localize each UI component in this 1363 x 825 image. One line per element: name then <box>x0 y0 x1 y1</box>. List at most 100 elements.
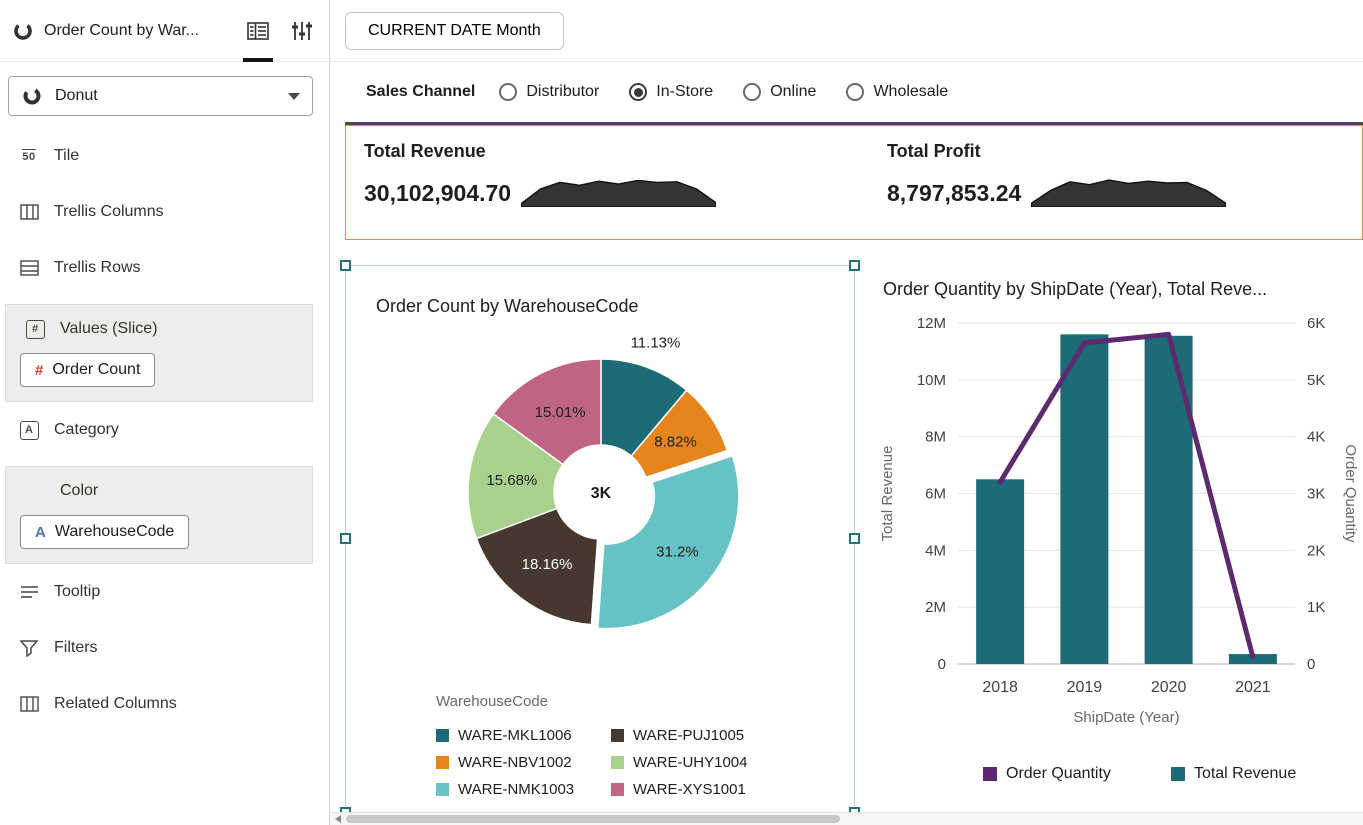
svg-text:12M: 12M <box>917 315 946 332</box>
settings-sliders-icon[interactable] <box>285 0 319 62</box>
legend-item[interactable]: WARE-PUJ1005 <box>611 722 786 749</box>
tiles-row: Total Revenue 30,102,904.70 Total Profit… <box>345 125 1363 240</box>
legend-item[interactable]: WARE-NBV1002 <box>436 749 611 776</box>
radio-icon[interactable] <box>846 83 864 101</box>
legend-item[interactable]: WARE-UHY1004 <box>611 749 786 776</box>
radio-option-online[interactable]: Online <box>743 83 816 101</box>
radio-option-in-store[interactable]: In-Store <box>629 83 713 101</box>
viz-type-value: Donut <box>55 87 98 105</box>
legend-title: WarehouseCode <box>436 693 854 710</box>
legend-swatch <box>436 729 449 742</box>
tile-value: 8,797,853.24 <box>887 180 1021 207</box>
donut-visualization[interactable]: Order Count by WarehouseCode 11.13% 8.82%… <box>345 265 855 813</box>
section-label: Color <box>60 482 98 500</box>
filter-dock: CURRENT DATE Month <box>330 0 1363 61</box>
sidebar-item-label: Category <box>54 421 119 439</box>
panel-header: Order Count by War... <box>0 0 330 61</box>
resize-handle[interactable] <box>849 533 860 544</box>
combo-visualization[interactable]: Order Quantity by ShipDate (Year), Total… <box>868 265 1363 813</box>
scroll-left-icon[interactable] <box>335 815 341 823</box>
legend-swatch <box>611 783 624 796</box>
resize-handle[interactable] <box>340 260 351 271</box>
combo-chart-title: Order Quantity by ShipDate (Year), Total… <box>883 279 1363 300</box>
radio-option-wholesale[interactable]: Wholesale <box>846 83 948 101</box>
svg-text:0: 0 <box>938 656 946 673</box>
values-slice-section[interactable]: # Values (Slice) # Order Count <box>5 304 313 402</box>
legend-swatch <box>436 756 449 769</box>
total-profit-tile[interactable]: Total Profit 8,797,853.24 <box>869 126 1362 239</box>
svg-text:0: 0 <box>1307 656 1315 673</box>
chevron-down-icon <box>288 93 300 100</box>
svg-text:ShipDate (Year): ShipDate (Year) <box>1073 709 1179 726</box>
section-label: Values (Slice) <box>60 320 158 338</box>
legend-swatch <box>983 767 997 781</box>
grammar-panel-icon[interactable] <box>241 0 275 62</box>
legend-item[interactable]: Order Quantity <box>983 765 1111 783</box>
warehousecode-chip[interactable]: A WarehouseCode <box>20 515 189 549</box>
svg-text:8.82%: 8.82% <box>654 434 697 451</box>
legend-item[interactable]: Total Revenue <box>1171 765 1296 783</box>
grammar-sidebar: Donut 50 Tile Trellis Columns Trellis Ro… <box>0 62 330 825</box>
filter-label: Sales Channel <box>366 83 475 101</box>
date-filter-chip[interactable]: CURRENT DATE Month <box>345 12 564 50</box>
order-count-chip[interactable]: # Order Count <box>20 353 155 387</box>
combo-legend: Order Quantity Total Revenue <box>983 765 1363 783</box>
donut-chart-icon <box>21 86 43 106</box>
svg-text:2020: 2020 <box>1151 679 1187 696</box>
legend-item[interactable]: WARE-MKL1006 <box>436 722 611 749</box>
app-header: Order Count by War... CURRENT DATE Month <box>0 0 1363 62</box>
sidebar-item-filters[interactable]: Filters <box>0 620 329 676</box>
svg-text:Order Quantity: Order Quantity <box>1342 444 1359 543</box>
radio-option-distributor[interactable]: Distributor <box>499 83 599 101</box>
svg-text:11.13%: 11.13% <box>631 335 681 352</box>
svg-text:10M: 10M <box>917 372 946 389</box>
color-header: Color <box>6 467 312 515</box>
svg-text:8M: 8M <box>925 429 946 446</box>
svg-text:3K: 3K <box>1307 486 1325 503</box>
legend-swatch <box>611 756 624 769</box>
legend-label: WARE-NBV1002 <box>458 754 572 771</box>
tile-icon: 50 <box>18 149 40 163</box>
measure-icon: # <box>35 362 43 379</box>
sidebar-item-trellis-columns[interactable]: Trellis Columns <box>0 184 329 240</box>
svg-text:2021: 2021 <box>1235 679 1271 696</box>
resize-handle[interactable] <box>849 260 860 271</box>
radio-icon[interactable] <box>743 83 761 101</box>
legend-label: WARE-UHY1004 <box>633 754 747 771</box>
svg-text:6K: 6K <box>1307 315 1325 332</box>
radio-icon[interactable] <box>499 83 517 101</box>
donut-chart[interactable]: 11.13%8.82%31.2%18.16%15.68%15.01%3K <box>346 325 856 645</box>
sidebar-item-label: Filters <box>54 639 98 657</box>
legend-label: WARE-MKL1006 <box>458 727 572 744</box>
svg-text:Total Revenue: Total Revenue <box>879 446 896 542</box>
donut-chart-title: Order Count by WarehouseCode <box>376 296 854 317</box>
legend-swatch <box>1171 767 1185 781</box>
sidebar-item-tile[interactable]: 50 Tile <box>0 128 329 184</box>
legend-item[interactable]: WARE-XYS1001 <box>611 776 786 803</box>
svg-text:4M: 4M <box>925 542 946 559</box>
legend-label: Order Quantity <box>1006 765 1111 783</box>
donut-viz-icon <box>12 20 34 42</box>
viz-canvas: Order Count by WarehouseCode 11.13% 8.82%… <box>345 240 1363 825</box>
tile-label: Total Revenue <box>364 141 855 162</box>
resize-handle[interactable] <box>340 533 351 544</box>
scrollbar-thumb[interactable] <box>346 815 840 823</box>
horizontal-scrollbar[interactable] <box>330 812 1363 825</box>
radio-icon[interactable] <box>629 83 647 101</box>
svg-text:15.68%: 15.68% <box>486 472 537 489</box>
viz-type-selector[interactable]: Donut <box>8 76 313 116</box>
combo-chart[interactable]: 002M1K4M2K6M3K8M4K10M5K12M6K201820192020… <box>868 306 1363 731</box>
legend-item[interactable]: WARE-NMK1003 <box>436 776 611 803</box>
svg-text:1K: 1K <box>1307 599 1325 616</box>
sidebar-item-label: Tile <box>54 147 79 165</box>
sidebar-item-label: Trellis Columns <box>54 203 164 221</box>
legend-label: WARE-XYS1001 <box>633 781 746 798</box>
svg-text:2018: 2018 <box>982 679 1018 696</box>
svg-text:18.16%: 18.16% <box>522 556 573 573</box>
total-revenue-tile[interactable]: Total Revenue 30,102,904.70 <box>346 126 855 239</box>
sidebar-item-trellis-rows[interactable]: Trellis Rows <box>0 240 329 296</box>
sidebar-item-related-columns[interactable]: Related Columns <box>0 676 329 732</box>
sidebar-item-tooltip[interactable]: Tooltip <box>0 564 329 620</box>
sidebar-item-category[interactable]: A Category <box>0 402 329 458</box>
color-section[interactable]: Color A WarehouseCode <box>5 466 313 564</box>
